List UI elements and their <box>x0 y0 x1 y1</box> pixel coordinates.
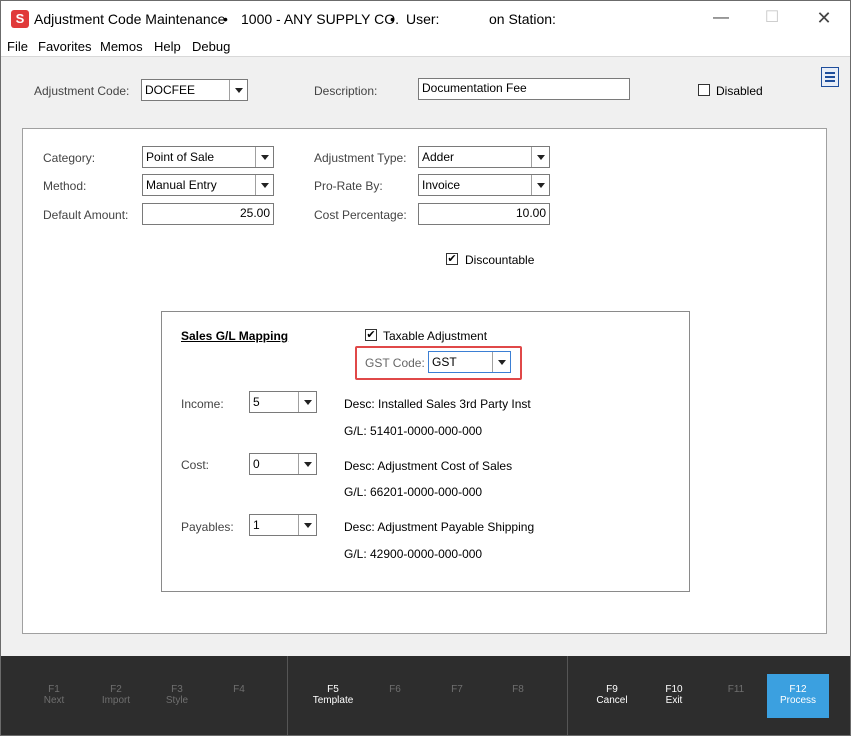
category-label: Category: <box>43 151 96 165</box>
f1-button: F1 Next <box>43 684 65 706</box>
f3-button: F3 Style <box>165 684 189 706</box>
chevron-down-icon[interactable] <box>298 515 316 535</box>
adjustment-type-dropdown[interactable]: Adder <box>418 146 550 168</box>
app-window: S Adjustment Code Maintenance • 1000 - A… <box>0 0 851 736</box>
f2-button: F2 Import <box>101 684 131 706</box>
income-label: Income: <box>181 397 224 411</box>
prorate-label: Pro-Rate By: <box>314 179 383 193</box>
chevron-down-icon[interactable] <box>255 147 273 167</box>
chevron-down-icon[interactable] <box>531 147 549 167</box>
method-dropdown[interactable]: Manual Entry <box>142 174 274 196</box>
cost-dropdown[interactable]: 0 <box>249 453 317 475</box>
income-value: 5 <box>253 395 260 409</box>
default-amount-label: Default Amount: <box>43 208 129 222</box>
gst-code-dropdown[interactable]: GST <box>428 351 511 373</box>
station-label: on Station: <box>489 11 556 27</box>
prorate-value: Invoice <box>422 178 461 192</box>
description-input[interactable]: Documentation Fee <box>418 78 630 100</box>
adjustment-type-label: Adjustment Type: <box>314 151 407 165</box>
payables-value: 1 <box>253 518 260 532</box>
function-key-bar: F1 Next F2 Import F3 Style F4 F5 Template F6… <box>1 656 850 735</box>
company-name: 1000 - ANY SUPPLY CO. <box>241 11 399 27</box>
category-value: Point of Sale <box>146 150 215 164</box>
cost-percentage-input[interactable]: 10.00 <box>418 203 550 225</box>
disabled-label: Disabled <box>716 84 763 98</box>
f4-button: F4 <box>233 684 245 695</box>
f10-exit-button[interactable]: F10 Exit <box>648 684 700 706</box>
gl-mapping-title: Sales G/L Mapping <box>181 329 289 343</box>
payables-label: Payables: <box>181 520 234 534</box>
f5-template-button[interactable]: F5 Template <box>307 684 359 706</box>
discountable-checkbox[interactable]: ✔ <box>446 253 458 265</box>
cost-desc: Desc: Adjustment Cost of Sales <box>344 459 513 473</box>
menu-debug[interactable]: Debug <box>192 39 230 54</box>
f6-button: F6 <box>389 684 401 695</box>
hamburger-menu-icon[interactable] <box>821 67 839 87</box>
close-icon[interactable]: ✕ <box>801 7 847 31</box>
payables-desc: Desc: Adjustment Payable Shipping <box>344 520 535 534</box>
disabled-checkbox[interactable] <box>698 84 710 96</box>
cost-gl: G/L: 66201-0000-000-000 <box>344 485 483 499</box>
f11-button: F11 <box>727 684 745 695</box>
minimize-icon[interactable]: — <box>698 7 744 31</box>
discountable-label: Discountable <box>465 253 535 267</box>
f8-button: F8 <box>512 684 524 695</box>
prorate-dropdown[interactable]: Invoice <box>418 174 550 196</box>
cost-label: Cost: <box>181 458 210 472</box>
default-amount-input[interactable]: 25.00 <box>142 203 274 225</box>
chevron-down-icon[interactable] <box>492 352 510 372</box>
menu-help[interactable]: Help <box>154 39 181 54</box>
chevron-down-icon[interactable] <box>255 175 273 195</box>
description-label: Description: <box>314 84 378 98</box>
adjustment-code-label: Adjustment Code: <box>34 84 130 98</box>
category-dropdown[interactable]: Point of Sale <box>142 146 274 168</box>
chevron-down-icon[interactable] <box>229 80 247 100</box>
taxable-label: Taxable Adjustment <box>383 329 488 343</box>
menu-file[interactable]: File <box>7 39 28 54</box>
maximize-icon[interactable]: ☐ <box>749 7 795 31</box>
chevron-down-icon[interactable] <box>298 392 316 412</box>
method-label: Method: <box>43 179 87 193</box>
f12-process-button[interactable]: F12 Process <box>767 674 829 718</box>
chevron-down-icon[interactable] <box>298 454 316 474</box>
menu-bar: File Favorites Memos Help Debug <box>1 37 850 57</box>
payables-dropdown[interactable]: 1 <box>249 514 317 536</box>
window-title: Adjustment Code Maintenance <box>34 11 226 27</box>
gst-code-value: GST <box>432 355 457 369</box>
user-label: User: <box>406 11 440 27</box>
adjustment-code-dropdown[interactable]: DOCFEE <box>141 79 248 101</box>
title-bar: S Adjustment Code Maintenance • 1000 - A… <box>1 1 850 37</box>
income-dropdown[interactable]: 5 <box>249 391 317 413</box>
income-desc: Desc: Installed Sales 3rd Party Inst <box>344 397 531 411</box>
f9-cancel-button[interactable]: F9 Cancel <box>586 684 638 706</box>
income-gl: G/L: 51401-0000-000-000 <box>344 424 483 438</box>
payables-gl: G/L: 42900-0000-000-000 <box>344 547 483 561</box>
cost-percentage-label: Cost Percentage: <box>314 208 407 222</box>
app-logo-icon: S <box>11 10 29 28</box>
title-separator: • <box>390 11 395 27</box>
f7-button: F7 <box>451 684 463 695</box>
taxable-checkbox[interactable]: ✔ <box>365 329 377 341</box>
cost-value: 0 <box>253 457 260 471</box>
fkey-divider <box>567 656 568 735</box>
adjustment-type-value: Adder <box>422 150 455 164</box>
adjustment-code-value: DOCFEE <box>145 83 196 97</box>
chevron-down-icon[interactable] <box>531 175 549 195</box>
fkey-divider <box>287 656 288 735</box>
menu-favorites[interactable]: Favorites <box>38 39 91 54</box>
method-value: Manual Entry <box>146 178 217 192</box>
menu-memos[interactable]: Memos <box>100 39 143 54</box>
gst-code-label: GST Code: <box>365 356 425 370</box>
title-separator: • <box>223 11 228 27</box>
